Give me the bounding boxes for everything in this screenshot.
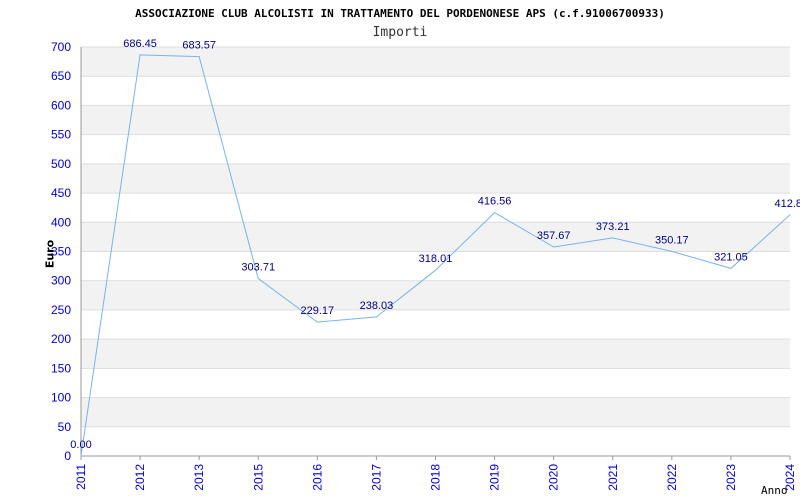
data-point	[316, 321, 318, 323]
data-point	[257, 278, 259, 280]
plot-band	[81, 397, 790, 427]
y-tick-label: 150	[51, 361, 71, 375]
x-tick-label: 2019	[488, 464, 502, 491]
y-tick-label: 400	[51, 215, 71, 229]
data-label: 683.57	[182, 40, 216, 52]
plot-band	[81, 76, 790, 106]
y-tick-label: 700	[51, 40, 71, 54]
data-point	[553, 246, 555, 248]
plot-band	[81, 280, 790, 310]
data-point	[375, 316, 377, 318]
y-tick-label: 600	[51, 98, 71, 112]
y-tick-label: 350	[51, 245, 71, 259]
plot-band	[81, 134, 790, 164]
plot-band	[81, 339, 790, 369]
x-tick-label: 2013	[192, 464, 206, 491]
y-tick-label: 450	[51, 186, 71, 200]
x-tick-label: 2015	[251, 464, 265, 491]
x-tick-label: 2024	[783, 464, 797, 491]
y-tick-label: 500	[51, 157, 71, 171]
x-tick-label: 2012	[133, 464, 147, 491]
data-point	[494, 212, 496, 214]
data-point	[435, 269, 436, 271]
data-point	[139, 54, 141, 56]
y-tick-label: 650	[51, 69, 71, 83]
plot-band	[81, 309, 790, 340]
data-label: 350.17	[655, 234, 689, 246]
y-tick-labels: 0 50 100 150 200 250 300 350 400 450 500 550 600 650 7…	[51, 40, 71, 463]
x-tick-label: 2016	[310, 464, 324, 491]
y-tick-label: 100	[51, 391, 71, 405]
data-point	[198, 56, 200, 58]
data-point	[671, 250, 673, 252]
data-label: 0.00	[70, 439, 91, 451]
data-label: 412.8	[774, 198, 800, 210]
y-tick-label: 50	[58, 420, 72, 434]
y-tick-label: 550	[51, 128, 71, 142]
data-point	[789, 214, 791, 216]
x-tick-label: 2018	[429, 464, 443, 491]
x-tick-label: 2011	[74, 464, 88, 490]
data-label: 321.05	[714, 251, 748, 263]
x-tick-label: 2021	[606, 464, 620, 491]
plot-band	[81, 163, 790, 194]
data-label: 373.21	[596, 221, 630, 233]
plot-band	[81, 105, 790, 135]
y-tick-label: 300	[51, 274, 71, 288]
data-point	[730, 267, 732, 269]
plot-band	[81, 368, 790, 398]
x-tick-label: 2017	[369, 464, 383, 491]
data-label: 238.03	[360, 300, 394, 312]
plot-band	[81, 193, 790, 223]
line-chart: 0 50 100 150 200 250 300 350 400 450 500 550 600 650 7…	[51, 38, 800, 491]
y-tick-label: 0	[64, 449, 71, 463]
data-label: 416.56	[478, 196, 512, 208]
data-point	[80, 455, 82, 457]
x-tick-label: 2022	[665, 464, 679, 491]
data-label: 229.17	[301, 305, 335, 317]
x-tick-label: 2020	[547, 464, 561, 491]
data-label: 318.01	[419, 253, 453, 265]
data-label: 357.67	[537, 230, 571, 242]
y-tick-label: 250	[51, 303, 71, 317]
y-tick-label: 200	[51, 332, 71, 346]
x-tick-label: 2023	[724, 464, 738, 491]
data-label: 686.45	[123, 38, 157, 50]
data-point	[612, 237, 614, 239]
plot-band	[81, 426, 790, 456]
data-label: 303.71	[241, 262, 275, 274]
x-tick-labels: 2011 2012 2013 2015 2016 2017 2018 2019 2020 2021…	[74, 456, 797, 491]
